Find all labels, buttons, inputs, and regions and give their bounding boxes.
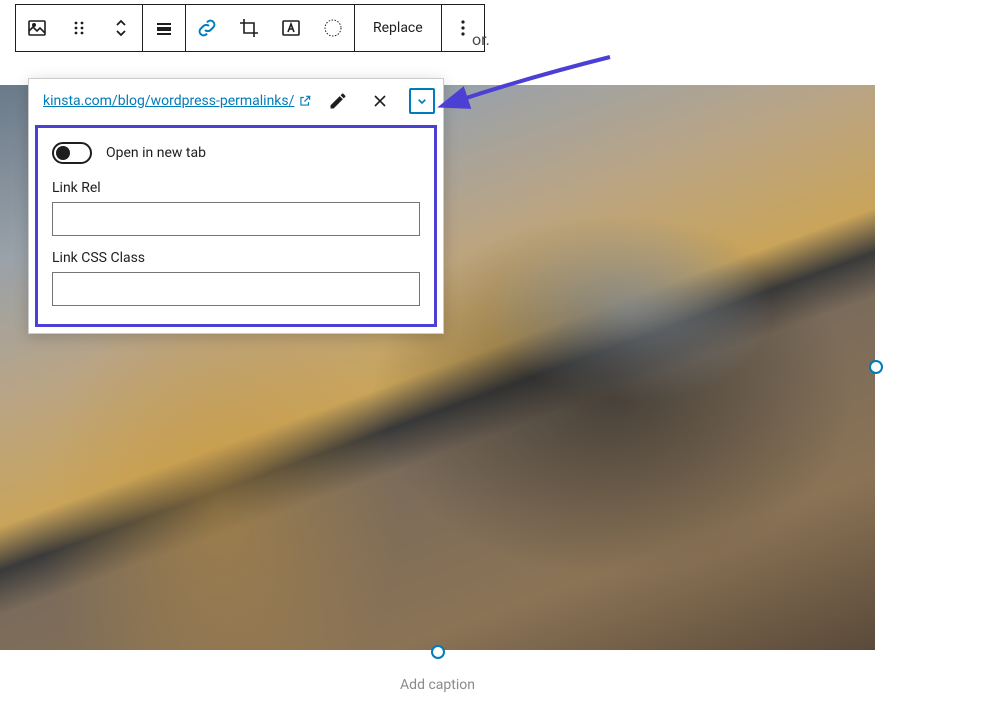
duotone-icon[interactable] [312, 5, 354, 51]
image-caption-placeholder[interactable]: Add caption [0, 677, 875, 693]
chevron-down-icon [414, 93, 430, 109]
remove-link-button[interactable] [363, 84, 397, 118]
resize-handle-bottom[interactable] [431, 645, 445, 659]
edit-link-button[interactable] [321, 84, 355, 118]
drag-handle-icon[interactable] [58, 5, 100, 51]
link-rel-input[interactable] [52, 202, 420, 236]
toolbar-group-replace: Replace [355, 5, 442, 51]
annotation-arrow [450, 52, 620, 126]
toggle-knob [56, 146, 70, 160]
link-url-text: kinsta.com/blog/wordpress-permalinks/ [43, 93, 294, 109]
text-overlay-icon[interactable] [270, 5, 312, 51]
link-popover-header: kinsta.com/blog/wordpress-permalinks/ [29, 79, 443, 123]
open-new-tab-label: Open in new tab [106, 145, 206, 161]
resize-handle-right[interactable] [869, 360, 883, 374]
link-advanced-settings: Open in new tab Link Rel Link CSS Class [35, 125, 437, 327]
toolbar-group-align [143, 5, 186, 51]
link-css-class-label: Link CSS Class [52, 250, 420, 266]
link-popover: kinsta.com/blog/wordpress-permalinks/ [28, 78, 444, 334]
replace-button[interactable]: Replace [355, 5, 441, 51]
open-new-tab-row: Open in new tab [52, 142, 420, 164]
toolbar-group-inline [186, 5, 355, 51]
external-link-icon [298, 94, 312, 108]
align-icon[interactable] [143, 5, 185, 51]
image-block-icon[interactable] [16, 5, 58, 51]
block-toolbar: Replace [15, 4, 485, 52]
move-up-down-icon[interactable] [100, 5, 142, 51]
open-new-tab-toggle[interactable] [52, 142, 92, 164]
link-url[interactable]: kinsta.com/blog/wordpress-permalinks/ [43, 93, 313, 109]
link-icon[interactable] [186, 5, 228, 51]
link-settings-toggle[interactable] [409, 88, 435, 114]
link-rel-label: Link Rel [52, 180, 420, 196]
pencil-icon [328, 91, 348, 111]
toolbar-group-block [16, 5, 143, 51]
paragraph-fragment: or. [472, 30, 490, 49]
crop-icon[interactable] [228, 5, 270, 51]
link-css-class-input[interactable] [52, 272, 420, 306]
close-icon [370, 91, 390, 111]
